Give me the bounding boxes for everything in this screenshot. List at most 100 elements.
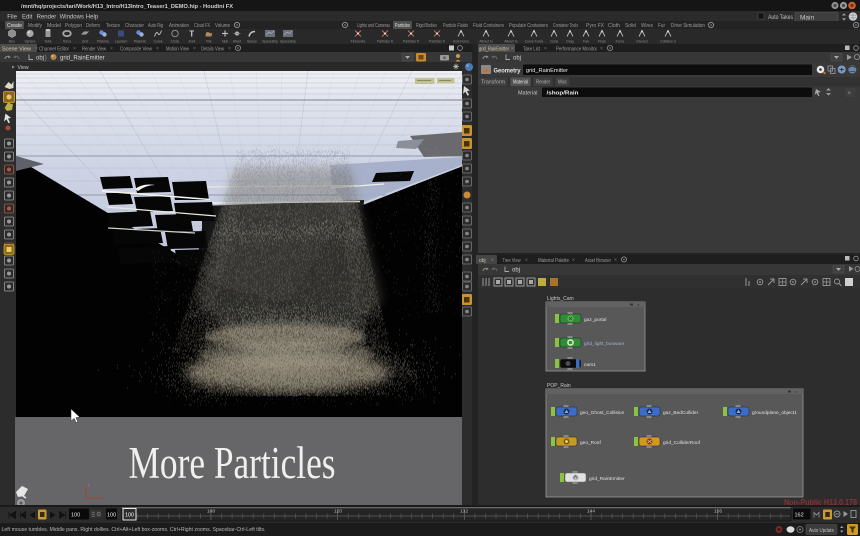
svg-text:Torus: Torus <box>63 40 72 44</box>
svg-text:obj: obj <box>512 268 520 274</box>
svg-text:×: × <box>795 390 798 395</box>
svg-text:Lsystem: Lsystem <box>115 40 128 44</box>
svg-text:Collision d: Collision d <box>660 40 676 44</box>
svg-text:108: 108 <box>207 509 215 515</box>
svg-text:×: × <box>35 46 38 52</box>
svg-text:Particles fr: Particles fr <box>377 40 394 44</box>
svg-text:Lights_Cam: Lights_Cam <box>547 296 574 302</box>
svg-text:cam1: cam1 <box>584 362 596 368</box>
svg-text:Transform: Transform <box>481 80 505 86</box>
svg-text:Particles fr: Particles fr <box>429 40 446 44</box>
svg-text:Auto Rig: Auto Rig <box>148 23 163 29</box>
svg-text:Material: Material <box>513 80 528 86</box>
svg-text:Fur: Fur <box>658 23 665 29</box>
svg-text:View: View <box>18 65 29 71</box>
svg-text:Platonic: Platonic <box>97 40 109 44</box>
svg-text:Deform: Deform <box>86 23 100 29</box>
svg-text:y: y <box>88 482 90 487</box>
svg-text:×: × <box>525 258 528 264</box>
svg-text:Coral: Coral <box>550 40 558 44</box>
svg-text:Container Tools: Container Tools <box>553 23 578 29</box>
svg-text:Box: Box <box>9 40 15 44</box>
svg-text:Rivet: Rivet <box>233 40 241 44</box>
svg-text:Pyro FX: Pyro FX <box>586 23 605 29</box>
svg-text:obj: obj <box>479 258 486 264</box>
svg-text:Character: Character <box>125 23 144 29</box>
svg-text:Render: Render <box>37 15 57 21</box>
svg-text:File: File <box>7 15 17 21</box>
svg-text:Drive Simulation: Drive Simulation <box>671 23 705 29</box>
svg-text:Wires: Wires <box>641 23 653 29</box>
svg-text:Auto Takes: Auto Takes <box>768 15 793 21</box>
svg-text:Animation: Animation <box>169 23 189 29</box>
svg-text:Left mouse tumbles. Middle pa: Left mouse tumbles. Middle pans. Right d… <box>2 527 266 533</box>
svg-text:Attract to: Attract to <box>504 40 518 44</box>
svg-text:Platonic: Platonic <box>134 40 146 44</box>
svg-text:100: 100 <box>125 513 134 519</box>
svg-text:Volume: Volume <box>215 23 230 29</box>
svg-text:Axis Force: Axis Force <box>453 40 469 44</box>
svg-text:Asset Browser: Asset Browser <box>585 258 611 264</box>
svg-text:100: 100 <box>107 513 116 519</box>
svg-text:Edit: Edit <box>22 15 33 21</box>
svg-text:Rigid Bodies: Rigid Bodies <box>416 23 437 29</box>
svg-text:T: T <box>189 30 194 39</box>
svg-text:Fireworks: Fireworks <box>351 40 366 44</box>
svg-text:Bones: Bones <box>247 40 257 44</box>
svg-text:Populate Containers: Populate Containers <box>509 23 548 29</box>
svg-text:Grid: Grid <box>82 40 89 44</box>
svg-text:Lights and Cameras: Lights and Cameras <box>357 23 390 29</box>
svg-text:Render: Render <box>536 80 550 86</box>
svg-text:Fan: Fan <box>583 40 589 44</box>
svg-text:Render View: Render View <box>82 46 106 52</box>
svg-text:gaz_portal: gaz_portal <box>584 317 606 323</box>
svg-text:Attract to: Attract to <box>479 40 493 44</box>
svg-text:Sphere: Sphere <box>25 40 36 44</box>
svg-text:Curve Force: Curve Force <box>525 40 544 44</box>
svg-text:Solid: Solid <box>625 23 636 29</box>
svg-text:Particle Fluids: Particle Fluids <box>443 23 468 29</box>
svg-text:100: 100 <box>71 513 80 519</box>
svg-text:Force: Force <box>616 40 625 44</box>
svg-text:Material Palette: Material Palette <box>538 258 569 264</box>
svg-text:×: × <box>848 91 852 97</box>
svg-text:grid_light_boxware: grid_light_boxware <box>584 341 625 347</box>
svg-text:Details View: Details View <box>201 46 224 52</box>
svg-text:grid_RainEmitter: grid_RainEmitter <box>589 476 625 482</box>
svg-text:×: × <box>193 46 196 52</box>
svg-text:×: × <box>110 46 113 52</box>
svg-text:File: File <box>206 40 212 44</box>
svg-text:×: × <box>228 46 231 52</box>
svg-text:Modify: Modify <box>28 23 42 29</box>
svg-text:grid_RainEmitter: grid_RainEmitter <box>60 56 105 62</box>
svg-text:Motion View: Motion View <box>166 46 189 52</box>
svg-text:Misc: Misc <box>558 80 567 86</box>
svg-text:×: × <box>73 46 76 52</box>
svg-text:×: × <box>544 46 547 52</box>
svg-text:Cloud FX: Cloud FX <box>194 23 211 29</box>
svg-text:Channel Editor: Channel Editor <box>39 46 69 52</box>
svg-text:grid_RainEmitter: grid_RainEmitter <box>479 46 509 52</box>
svg-text:156: 156 <box>714 509 722 515</box>
svg-text:/mnt/hq/projects/tari/Work/H13: /mnt/hq/projects/tari/Work/H13_Intro/H13… <box>21 4 233 10</box>
svg-text:obj: obj <box>36 56 44 62</box>
svg-text:144: 144 <box>587 509 595 515</box>
svg-text:Fluid Containers: Fluid Containers <box>473 23 504 29</box>
svg-text:geo_Roof: geo_Roof <box>580 440 601 446</box>
svg-text:Take List: Take List <box>523 46 541 52</box>
svg-text:More Particles: More Particles <box>129 438 336 488</box>
svg-text:×: × <box>614 258 617 264</box>
svg-text:Interact: Interact <box>636 40 647 44</box>
svg-text:Particles: Particles <box>395 23 410 29</box>
svg-text:×: × <box>600 46 603 52</box>
svg-text:Main: Main <box>800 14 814 21</box>
svg-text:120: 120 <box>334 509 342 515</box>
svg-text:Font: Font <box>189 40 196 44</box>
svg-text:Composite View: Composite View <box>120 46 152 52</box>
svg-text:Tree View: Tree View <box>503 258 521 264</box>
svg-text:POP_Rain: POP_Rain <box>547 383 571 389</box>
svg-text:×: × <box>156 46 159 52</box>
svg-text:Flock: Flock <box>598 40 606 44</box>
svg-text:162: 162 <box>795 513 804 519</box>
svg-text:Curve: Curve <box>153 40 162 44</box>
